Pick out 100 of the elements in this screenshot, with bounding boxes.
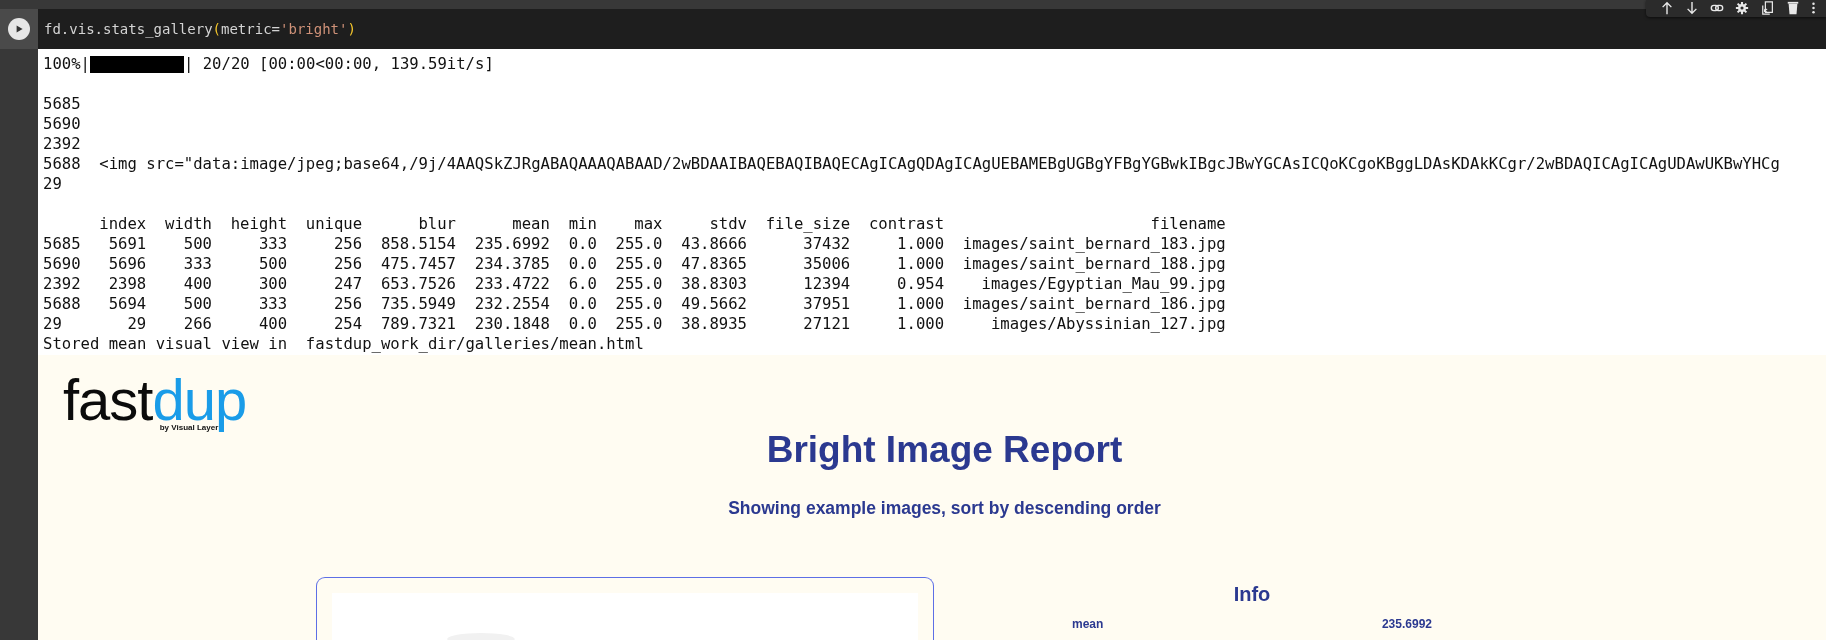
settings-icon[interactable] xyxy=(1735,1,1750,15)
table-cell-text: 5691 xyxy=(107,234,147,254)
code-token: ) xyxy=(347,21,356,37)
table-cell-text: 254 xyxy=(332,314,363,334)
table-cell-text: 37432 xyxy=(802,234,851,254)
code-cell[interactable]: fd.vis.stats_gallery(metric='bright') xyxy=(38,9,1826,49)
column-header: mean xyxy=(511,214,550,234)
table-cell-text: 29 xyxy=(126,314,147,334)
table-cell: 255.0 xyxy=(615,234,663,254)
table-cell-text: 256 xyxy=(332,254,363,274)
report-title: Bright Image Report xyxy=(766,428,1123,472)
table-cell: 47.8365 xyxy=(681,254,747,274)
table-cell: 255.0 xyxy=(615,274,663,294)
table-cell-text: 12394 xyxy=(802,274,851,294)
column-header: file_size xyxy=(765,214,851,234)
table-cell: 235.6992 xyxy=(474,234,550,254)
index-value: 2392 xyxy=(43,134,81,154)
table-cell-text: 266 xyxy=(182,314,212,334)
table-cell: images/saint_bernard_183.jpg xyxy=(962,234,1226,254)
code-token: ( xyxy=(212,21,221,37)
table-cell-text: 5696 xyxy=(107,254,147,274)
table-cell: 0.0 xyxy=(568,294,597,314)
index-value: 5685 xyxy=(43,94,81,114)
table-cell: 0.0 xyxy=(568,314,597,334)
more-options-icon[interactable] xyxy=(1811,1,1817,15)
table-cell: 233.4722 xyxy=(474,274,550,294)
column-header: stdv xyxy=(708,214,747,234)
table-cell: 475.7457 xyxy=(380,254,456,274)
table-cell: 230.1848 xyxy=(474,314,550,334)
table-cell-text: 1.000 xyxy=(896,234,945,254)
delete-icon[interactable] xyxy=(1786,1,1801,15)
table-cell-text: 0.954 xyxy=(896,274,945,294)
table-cell-text: 2398 xyxy=(107,274,147,294)
table-cell-text: 1.000 xyxy=(896,294,945,314)
table-cell: images/saint_bernard_186.jpg xyxy=(962,294,1226,314)
index-value: 29 xyxy=(43,174,62,194)
column-header: blur xyxy=(417,214,456,234)
table-cell-text: 333 xyxy=(257,294,288,314)
table-cell-text: 247 xyxy=(332,274,363,294)
table-cell: 232.2554 xyxy=(474,294,550,314)
row-label: 29 xyxy=(43,314,63,334)
row-label: 5690 xyxy=(43,254,81,274)
table-cell: 38.8935 xyxy=(681,314,747,334)
index-value: 5688 xyxy=(43,154,81,174)
table-cell-text: 1.000 xyxy=(896,254,945,274)
report-subtitle: Showing example images, sort by descending order xyxy=(728,498,1161,519)
table-cell: 49.5662 xyxy=(681,294,747,314)
column-header: unique xyxy=(305,214,363,234)
table-cell: 43.8666 xyxy=(681,234,747,254)
html-output: <img src="data:image/jpeg;base64,/9j/4AAQSkZJRgABAQAAAQABAAD/2wBDAAIBAQEBAQIBAQECAgICAgQDAgICAgUEBAMEBgUGBgYFBgYGBwkIBgcJBwYGCAsICQoKCgoKBggLDAsKDAkKCgr/2wBDAQICAgICAgUDAwUKBwYHCg xyxy=(99,154,1780,174)
column-header: filename xyxy=(1149,214,1226,234)
column-header: max xyxy=(633,214,663,234)
code-token: fd.vis.stats_gallery xyxy=(44,21,213,37)
table-cell-text: 300 xyxy=(257,274,288,294)
info-label: mean xyxy=(1072,618,1104,631)
info-value: 235.6992 xyxy=(1381,618,1432,631)
move-down-icon[interactable] xyxy=(1684,1,1699,15)
progress-percent: 100%| xyxy=(43,54,90,74)
table-cell-text: 400 xyxy=(182,274,212,294)
table-cell: 858.5154 xyxy=(380,234,456,254)
table-cell: images/saint_bernard_188.jpg xyxy=(962,254,1226,274)
table-cell: 255.0 xyxy=(615,314,663,334)
column-header: width xyxy=(165,214,212,234)
stored-message: Stored mean visual view in fastdup_work_dir/galleries/mean.html xyxy=(43,334,644,354)
run-cell-button[interactable] xyxy=(8,18,30,40)
mirror-cell-icon[interactable] xyxy=(1760,1,1775,15)
row-label: 5688 xyxy=(43,294,81,314)
row-label: 2392 xyxy=(43,274,81,294)
table-cell-text: 333 xyxy=(257,234,288,254)
table-cell-text: 256 xyxy=(332,234,363,254)
table-cell-text: 1.000 xyxy=(896,314,945,334)
table-cell-text: images/Abyssinian_127.jpg xyxy=(989,314,1226,334)
table-cell: 38.8303 xyxy=(681,274,747,294)
table-cell-text: 37951 xyxy=(802,294,851,314)
code-token: 'bright' xyxy=(280,21,348,37)
table-cell: 0.0 xyxy=(568,254,597,274)
table-cell: 255.0 xyxy=(615,294,663,314)
move-up-icon[interactable] xyxy=(1659,1,1674,15)
code-token: metric= xyxy=(221,21,281,37)
table-cell-text: 5694 xyxy=(107,294,147,314)
index-value: 5690 xyxy=(43,114,81,134)
table-cell: 735.5949 xyxy=(380,294,456,314)
table-cell-text: 500 xyxy=(257,254,288,274)
table-cell: 6.0 xyxy=(568,274,597,294)
row-label: 5685 xyxy=(43,234,81,254)
table-cell-text: 27121 xyxy=(802,314,851,334)
table-cell-text: 35006 xyxy=(802,254,851,274)
table-cell: 0.0 xyxy=(568,234,597,254)
column-header: index xyxy=(99,214,147,234)
column-header: contrast xyxy=(868,214,945,234)
column-header: min xyxy=(568,214,597,234)
column-header: height xyxy=(230,214,288,234)
table-cell-text: 256 xyxy=(332,294,363,314)
table-cell-text: 333 xyxy=(182,254,212,274)
table-cell-text: images/Egyptian_Mau_99.jpg xyxy=(980,274,1226,294)
info-heading: Info xyxy=(1233,583,1271,606)
table-cell-text: 500 xyxy=(182,234,212,254)
progress-stats: | 20/20 [00:00<00:00, 139.59it/s] xyxy=(183,54,494,74)
table-cell: 234.3785 xyxy=(474,254,550,274)
table-cell: 255.0 xyxy=(615,254,663,274)
